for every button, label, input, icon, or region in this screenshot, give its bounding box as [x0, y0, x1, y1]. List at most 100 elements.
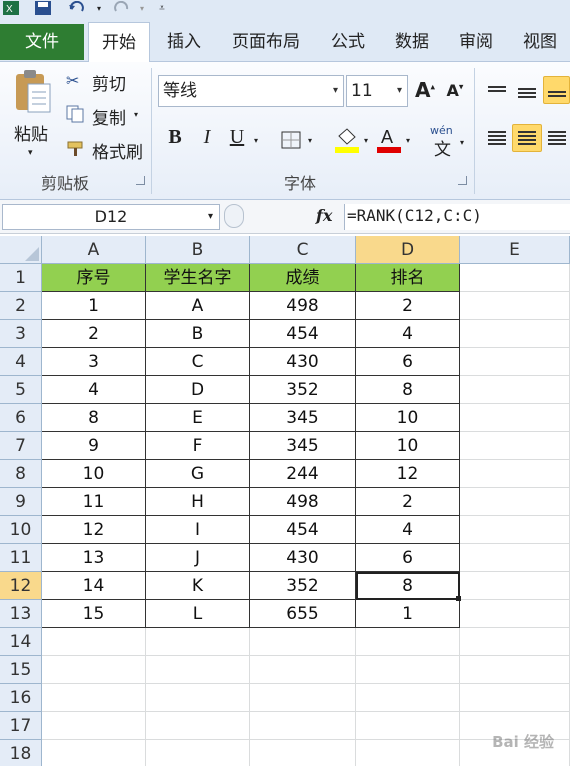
cell-a2[interactable]: 1 [42, 292, 146, 320]
cell-d1[interactable]: 排名 [356, 264, 460, 292]
cell-c1[interactable]: 成绩 [250, 264, 356, 292]
row-header-11[interactable]: 11 [0, 544, 42, 572]
font-color-button[interactable]: A ▾ [376, 126, 416, 156]
cell-e9[interactable] [460, 488, 570, 516]
cell-a8[interactable]: 10 [42, 460, 146, 488]
align-middle-icon[interactable] [512, 76, 542, 104]
cell-b8[interactable]: G [146, 460, 250, 488]
cell-a7[interactable]: 9 [42, 432, 146, 460]
cell-c7[interactable]: 345 [250, 432, 356, 460]
tab-review[interactable]: 审阅 [448, 22, 504, 62]
cell-b16[interactable] [146, 684, 250, 712]
cell-e16[interactable] [460, 684, 570, 712]
align-right-icon[interactable] [543, 124, 570, 152]
cell-a13[interactable]: 15 [42, 600, 146, 628]
row-header-3[interactable]: 3 [0, 320, 42, 348]
cell-c3[interactable]: 454 [250, 320, 356, 348]
cell-d12[interactable]: 8 [356, 572, 460, 600]
cell-b18[interactable] [146, 740, 250, 766]
cell-d6[interactable]: 10 [356, 404, 460, 432]
font-launcher-icon[interactable] [458, 176, 467, 185]
cell-d11[interactable]: 6 [356, 544, 460, 572]
cell-b11[interactable]: J [146, 544, 250, 572]
undo-icon[interactable] [66, 0, 88, 16]
cell-e8[interactable] [460, 460, 570, 488]
cell-e6[interactable] [460, 404, 570, 432]
italic-button[interactable]: I [196, 126, 218, 149]
cell-a6[interactable]: 8 [42, 404, 146, 432]
cell-a3[interactable]: 2 [42, 320, 146, 348]
row-header-5[interactable]: 5 [0, 376, 42, 404]
cell-b12[interactable]: K [146, 572, 250, 600]
cell-b9[interactable]: H [146, 488, 250, 516]
cell-c10[interactable]: 454 [250, 516, 356, 544]
cell-a17[interactable] [42, 712, 146, 740]
column-header-b[interactable]: B [146, 236, 250, 264]
copy-button[interactable]: 复制 ▾ [66, 102, 146, 129]
cell-c17[interactable] [250, 712, 356, 740]
cell-a12[interactable]: 14 [42, 572, 146, 600]
cell-a10[interactable]: 12 [42, 516, 146, 544]
cell-b5[interactable]: D [146, 376, 250, 404]
phonetic-button[interactable]: wén 文 ▾ [428, 124, 472, 160]
cell-c2[interactable]: 498 [250, 292, 356, 320]
font-size-combo[interactable]: 11 ▾ [346, 75, 408, 107]
cell-d17[interactable] [356, 712, 460, 740]
row-header-9[interactable]: 9 [0, 488, 42, 516]
row-header-15[interactable]: 15 [0, 656, 42, 684]
cell-c13[interactable]: 655 [250, 600, 356, 628]
row-header-10[interactable]: 10 [0, 516, 42, 544]
tab-insert[interactable]: 插入 [156, 22, 212, 62]
cell-a11[interactable]: 13 [42, 544, 146, 572]
undo-dropdown-icon[interactable]: ▾ [94, 0, 104, 16]
cell-e4[interactable] [460, 348, 570, 376]
row-header-7[interactable]: 7 [0, 432, 42, 460]
paste-button[interactable]: 粘贴 ▾ [8, 66, 56, 162]
row-header-2[interactable]: 2 [0, 292, 42, 320]
tab-page-layout[interactable]: 页面布局 [222, 22, 310, 62]
cell-b14[interactable] [146, 628, 250, 656]
cell-c12[interactable]: 352 [250, 572, 356, 600]
cell-c15[interactable] [250, 656, 356, 684]
select-all-button[interactable] [0, 236, 42, 264]
cell-e7[interactable] [460, 432, 570, 460]
row-header-1[interactable]: 1 [0, 264, 42, 292]
increase-font-icon[interactable]: A▴ [414, 78, 436, 102]
align-left-icon[interactable] [482, 124, 512, 152]
cell-e13[interactable] [460, 600, 570, 628]
clipboard-launcher-icon[interactable] [136, 176, 145, 185]
cell-c9[interactable]: 498 [250, 488, 356, 516]
cell-b13[interactable]: L [146, 600, 250, 628]
save-icon[interactable] [32, 0, 54, 16]
cell-c4[interactable]: 430 [250, 348, 356, 376]
tab-formulas[interactable]: 公式 [320, 22, 376, 62]
row-header-4[interactable]: 4 [0, 348, 42, 376]
redo-icon[interactable] [110, 0, 132, 16]
row-header-6[interactable]: 6 [0, 404, 42, 432]
column-header-e[interactable]: E [460, 236, 570, 264]
cell-a5[interactable]: 4 [42, 376, 146, 404]
row-header-16[interactable]: 16 [0, 684, 42, 712]
cell-e15[interactable] [460, 656, 570, 684]
cell-e11[interactable] [460, 544, 570, 572]
cell-d13[interactable]: 1 [356, 600, 460, 628]
cut-button[interactable]: ✂ 剪切 [66, 68, 136, 95]
name-box[interactable]: D12 ▾ [2, 204, 220, 230]
cell-a16[interactable] [42, 684, 146, 712]
cell-d8[interactable]: 12 [356, 460, 460, 488]
cell-d16[interactable] [356, 684, 460, 712]
formula-bar-splitter[interactable] [224, 204, 244, 228]
row-header-18[interactable]: 18 [0, 740, 42, 766]
tab-view[interactable]: 视图 [512, 22, 568, 62]
bold-button[interactable]: B [164, 126, 186, 149]
cell-a14[interactable] [42, 628, 146, 656]
row-header-14[interactable]: 14 [0, 628, 42, 656]
cell-c14[interactable] [250, 628, 356, 656]
cell-c6[interactable]: 345 [250, 404, 356, 432]
cell-b17[interactable] [146, 712, 250, 740]
tab-file[interactable]: 文件 [0, 24, 84, 60]
cell-d15[interactable] [356, 656, 460, 684]
row-header-8[interactable]: 8 [0, 460, 42, 488]
cell-e10[interactable] [460, 516, 570, 544]
cell-b10[interactable]: I [146, 516, 250, 544]
